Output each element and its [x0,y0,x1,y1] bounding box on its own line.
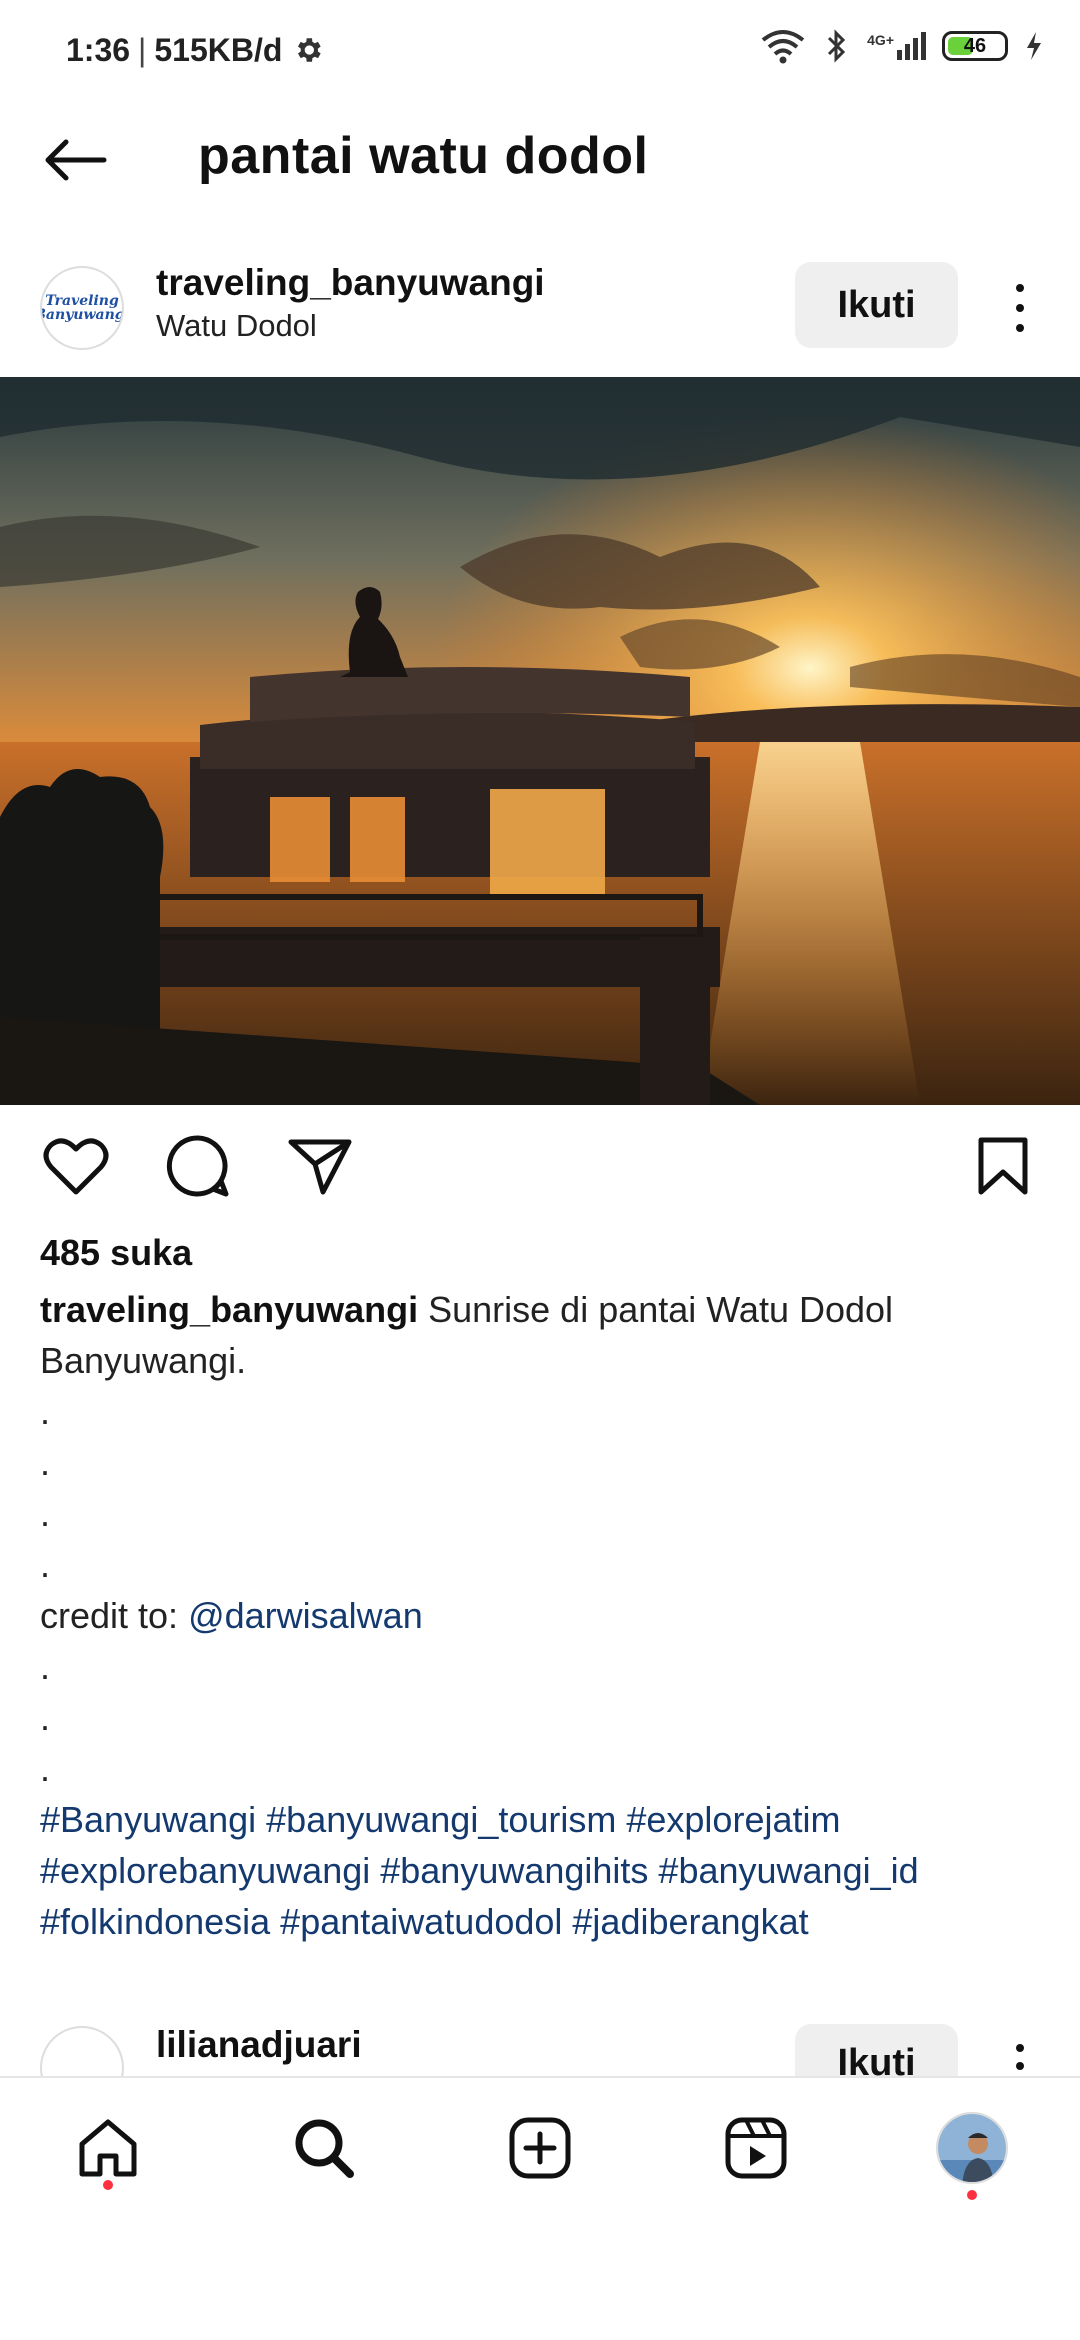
account-username[interactable]: traveling_banyuwangi [156,262,545,304]
create-icon [509,2117,571,2179]
battery-level: 46 [963,34,987,57]
share-button[interactable] [284,1130,356,1202]
credit-label: credit to: [40,1595,179,1636]
caption-dot: . [40,1748,51,1789]
profile-avatar [936,2112,1008,2184]
like-button[interactable] [40,1130,112,1202]
heart-icon [43,1138,109,1195]
wifi-icon [761,30,805,64]
dot-icon [1016,284,1024,292]
status-icons: 4G+ 46 [759,28,1044,64]
gesture-area [0,2226,1080,2340]
hashtags-line[interactable]: #folkindonesia #pantaiwatudodol #jadiber… [40,1896,1040,1947]
bluetooth-icon [828,29,846,63]
follow-button[interactable]: Ikuti [795,262,958,348]
nav-create[interactable] [500,2108,580,2188]
charging-icon [1027,32,1041,60]
post-photo[interactable] [0,377,1080,1105]
caption-dot: . [40,1442,51,1483]
hashtags-line[interactable]: #Banyuwangi #banyuwangi_tourism #explore… [40,1794,1040,1845]
save-button[interactable] [967,1130,1039,1202]
bottom-navigation [0,2076,1080,2226]
post-header: Traveling Banyuwangi traveling_banyuwang… [0,250,1080,375]
next-post-username[interactable]: lilianadjuari [156,2024,362,2066]
home-icon [79,2119,137,2177]
page-title: pantai watu dodol [198,127,649,185]
hashtags-line[interactable]: #explorebanyuwangi #banyuwangihits #bany… [40,1845,1040,1896]
caption-dot: . [40,1697,51,1738]
send-icon [288,1139,352,1195]
post-caption: traveling_banyuwangi Sunrise di pantai W… [40,1284,1040,1947]
nav-home[interactable] [68,2108,148,2188]
gear-icon [298,38,322,62]
next-post-more-button[interactable] [1012,2042,1028,2078]
caption-username[interactable]: traveling_banyuwangi [40,1289,418,1330]
post-actions [0,1130,1080,1210]
account-avatar[interactable]: Traveling Banyuwangi [40,266,124,350]
caption-dot: . [40,1544,51,1585]
sunset-pavilion-image [0,377,1080,1105]
more-options-button[interactable] [1000,278,1040,338]
next-post-follow-button[interactable]: Ikuti [795,2024,958,2078]
nav-reels[interactable] [716,2108,796,2188]
caption-dot: . [40,1391,51,1432]
bookmark-icon [978,1137,1028,1195]
credit-mention-link[interactable]: @darwisalwan [188,1595,423,1636]
avatar-logo: Traveling Banyuwangi [42,293,124,323]
nav-profile[interactable] [932,2108,1012,2188]
search-icon [295,2119,354,2178]
dot-icon [1016,324,1024,332]
battery-icon: 46 [942,31,1008,61]
notification-dot [103,2180,113,2190]
signal-icon: 4G+ [867,32,926,60]
network-type: 4G+ [867,32,894,48]
status-bar: 1:36 | 515KB/d 4G+ 46 [0,0,1080,100]
network-speed: 515KB/d [154,31,283,68]
comment-button[interactable] [162,1130,234,1202]
back-arrow-icon [45,139,107,181]
comment-icon [166,1135,229,1197]
next-post-avatar[interactable] [40,2026,124,2078]
caption-dot: . [40,1493,51,1534]
search-header: pantai watu dodol [0,100,1080,220]
post-location[interactable]: Watu Dodol [156,308,317,344]
reels-icon [725,2117,787,2179]
status-separator: | [138,31,147,68]
likes-count[interactable]: 485 suka [40,1232,192,1274]
dot-icon [1016,304,1024,312]
nav-search[interactable] [284,2108,364,2188]
status-time: 1:36 [66,31,131,68]
notification-dot [967,2190,977,2200]
caption-dot: . [40,1646,51,1687]
next-post-header: lilianadjuari Ikuti [0,2018,1080,2078]
back-button[interactable] [42,130,112,190]
